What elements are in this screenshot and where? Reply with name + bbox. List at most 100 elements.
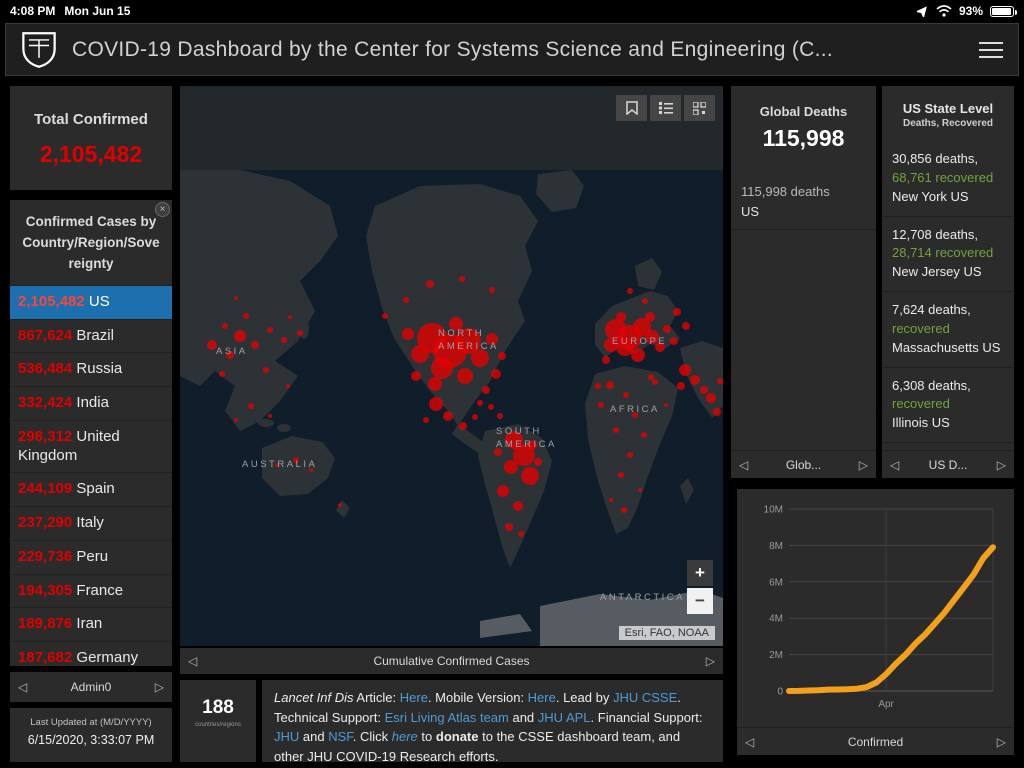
case-dot [606,381,614,389]
us-state-level-panel: US State Level Deaths, Recovered 30,856 … [882,86,1014,478]
country-row[interactable]: 2,105,482 US [10,284,172,319]
zoom-controls: + − [687,560,713,614]
zoom-in-button[interactable]: + [687,560,713,586]
bookmark-icon [625,101,638,115]
link[interactable]: JHU APL [538,710,591,725]
pager-prev-icon[interactable]: ◁ [745,735,754,749]
y-tick-label: 4M [769,614,783,625]
chart-pager: ◁ Confirmed ▷ [737,727,1014,755]
case-dot [482,386,490,394]
country-list: 2,105,482 US 867,624 Brazil 536,484 Russia… [10,284,172,666]
state-row[interactable]: 12,708 deaths, 28,714 recovered New Jerse… [882,217,1014,293]
country-row[interactable]: 189,876 Iran [10,607,172,641]
item-suffix: deaths [790,184,830,199]
menu-button[interactable] [979,41,1003,58]
link[interactable]: Here [528,690,556,705]
country-row[interactable]: 229,736 Peru [10,539,172,574]
global-deaths-value: 115,998 [762,125,845,151]
pager-next-icon[interactable]: ▷ [997,735,1006,749]
link[interactable]: Here [400,690,428,705]
country-pager: ◁ Admin0 ▷ [10,672,172,702]
link[interactable]: NSF [328,729,353,744]
bookmark-button[interactable] [616,95,647,121]
case-dot [234,418,238,422]
collapse-icon[interactable]: × [155,202,170,217]
country-row[interactable]: 332,424 India [10,386,172,420]
pager-prev-icon[interactable]: ◁ [890,458,899,472]
global-deaths-item[interactable]: 115,998 deaths US [731,174,876,230]
last-updated-label: Last Updated at (M/D/YYYY) [30,717,152,728]
country-row[interactable]: 237,290 Italy [10,506,172,540]
pager-prev-icon[interactable]: ◁ [18,680,27,694]
us-state-subtitle: Deaths, Recovered [902,118,994,129]
countries-count-value: 188 [202,697,234,718]
item-value: 115,998 [741,184,788,199]
case-dot [682,322,690,330]
notes-panel: Lancet Inf Dis Article: Here. Mobile Ver… [262,680,723,762]
case-dot [616,312,626,322]
state-row[interactable]: 7,624 deaths, recovered Massachusetts US [882,292,1014,368]
case-dot [251,341,259,349]
case-dot [297,330,303,336]
country-row[interactable]: 867,624 Brazil [10,318,172,353]
confirmed-line-chart[interactable]: 0 2M 4M 6M 8M 10M Apr [737,495,1014,723]
map-label: AUSTRALIA [242,459,317,470]
legend-icon [658,102,673,114]
case-dot [717,378,723,384]
pager-prev-icon[interactable]: ◁ [739,458,748,472]
app-header: COVID-19 Dashboard by the Center for Sys… [5,23,1019,76]
pager-prev-icon[interactable]: ◁ [188,654,197,668]
case-dot [411,371,421,381]
case-dot [459,276,465,282]
case-dot [234,330,246,342]
link[interactable]: JHU [274,729,299,744]
pager-next-icon[interactable]: ▷ [155,680,164,694]
world-map[interactable]: ASIA NORTH AMERICA EUROPE AFRICA SOUTH AMERICA… [180,86,723,646]
notes-text: . Financial Support: [590,709,703,725]
case-dot [459,422,467,430]
legend-button[interactable] [650,95,681,121]
case-dot [631,348,645,362]
case-dot [613,427,619,433]
pager-next-icon[interactable]: ▷ [997,458,1006,472]
case-dot [222,323,228,329]
state-row[interactable]: 30,856 deaths, 68,761 recovered New York … [882,141,1014,217]
pager-next-icon[interactable]: ▷ [706,654,715,668]
link[interactable]: Esri Living Atlas team [385,710,509,725]
x-tick-label: Apr [878,699,894,710]
case-dot [497,485,509,497]
y-tick-label: 0 [777,687,783,698]
link[interactable]: JHU CSSE [613,690,677,705]
pager-next-icon[interactable]: ▷ [859,458,868,472]
us-state-pager-label: US D... [928,457,968,472]
case-dot [534,458,542,466]
country-row[interactable]: 187,682 Germany [10,641,172,666]
country-row[interactable]: 194,305 France [10,573,172,608]
status-left: 4:08 PM Mon Jun 15 [10,4,139,18]
last-updated-panel: Last Updated at (M/D/YYYY) 6/15/2020, 3:… [10,708,172,762]
case-dot [428,377,442,391]
jhu-logo [22,31,56,68]
case-dot [663,325,671,333]
case-dot [219,371,225,377]
map-label: SOUTH [496,426,542,437]
wifi-icon [936,5,952,17]
case-dot [518,531,524,537]
notes-text: and [299,729,329,744]
state-row[interactable]: 6,308 deaths, recovered Illinois US [882,368,1014,444]
y-tick-label: 6M [769,577,783,588]
link[interactable]: here [392,729,418,744]
case-dot [268,414,272,418]
total-confirmed-value: 2,105,482 [39,141,143,167]
country-row[interactable]: 298,312 United Kingdom [10,419,172,473]
y-tick-label: 8M [769,541,783,552]
case-dot [488,404,494,410]
basemap-button[interactable] [684,95,715,121]
total-confirmed-panel: Total Confirmed 2,105,482 [10,86,172,190]
item-location: US [741,203,760,219]
zoom-out-button[interactable]: − [687,588,713,614]
battery-percent: 93% [958,4,983,18]
case-dot [286,384,290,388]
country-row[interactable]: 244,109 Spain [10,472,172,506]
country-row[interactable]: 536,484 Russia [10,352,172,386]
